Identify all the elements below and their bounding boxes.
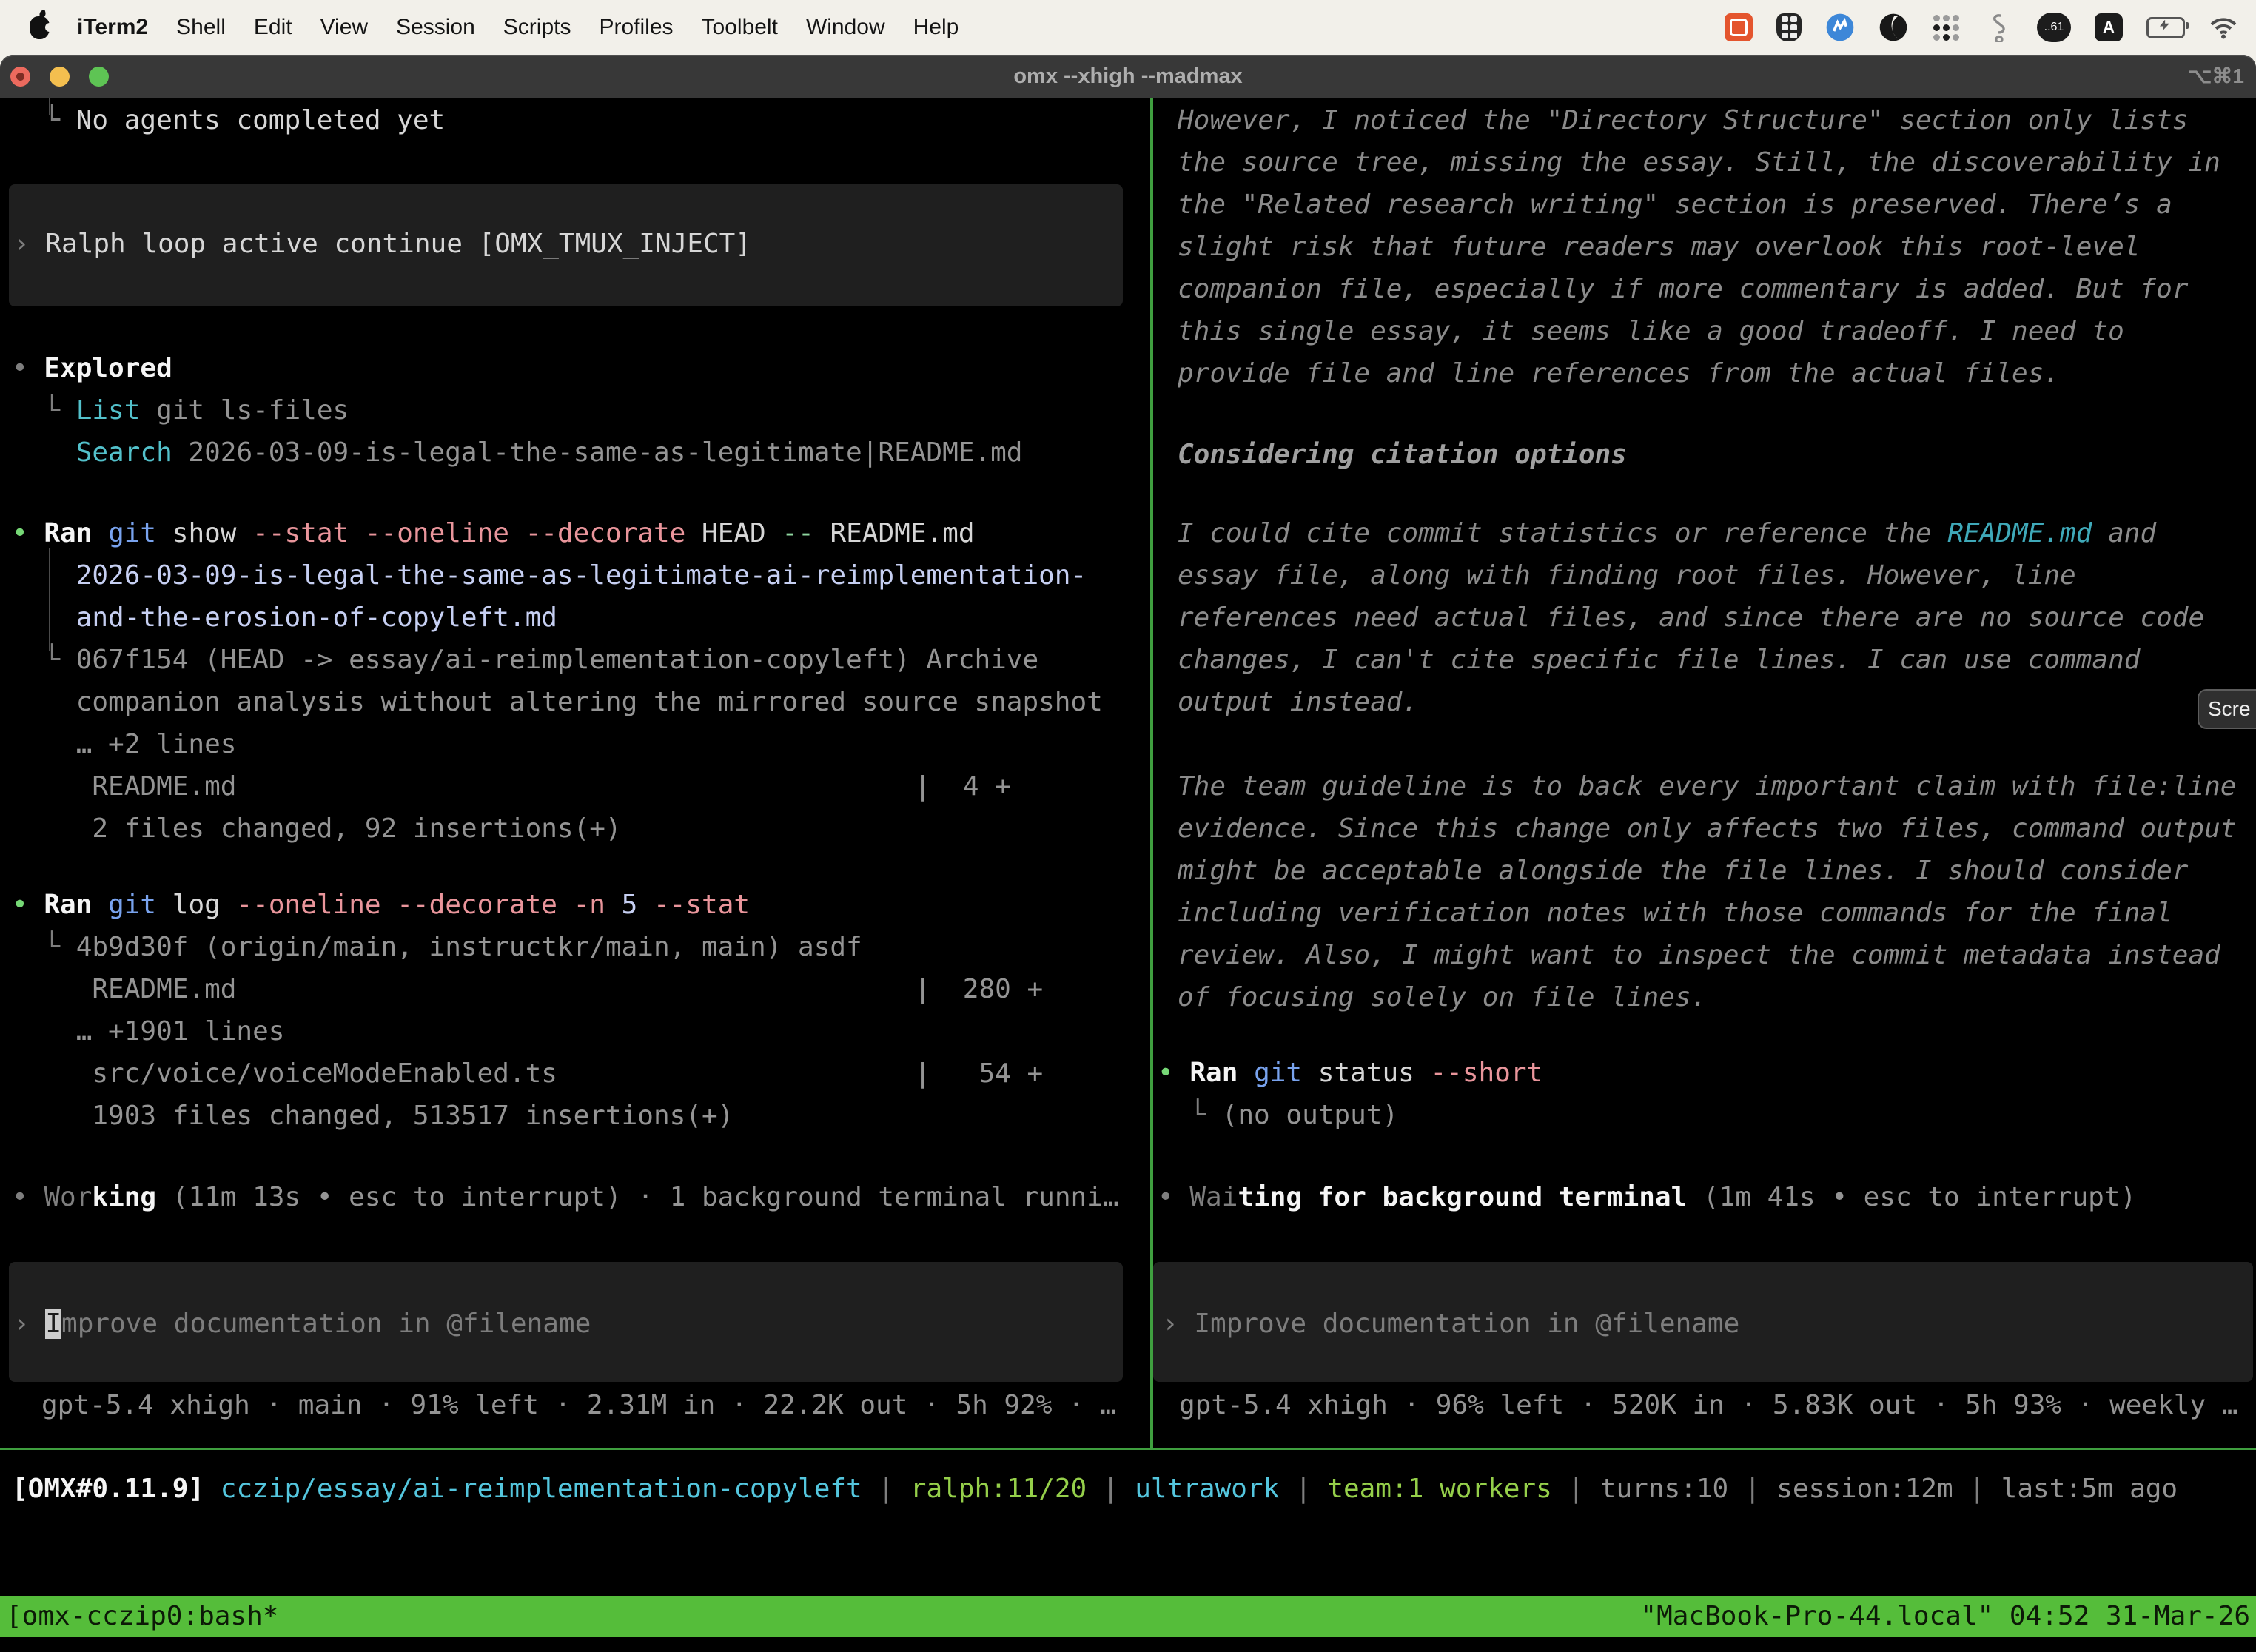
menubar: iTerm2ShellEditViewSessionScriptsProfile…: [0, 0, 2256, 55]
terminal-line: • Explored: [12, 353, 172, 384]
menu-window[interactable]: Window: [792, 0, 899, 55]
terminal-line: … +1901 lines: [12, 1016, 284, 1047]
pane-divider[interactable]: [1150, 98, 1153, 1448]
terminal-line: • Working (11m 13s • esc to interrupt) ·…: [12, 1182, 1119, 1213]
orange-chat-icon[interactable]: [1725, 13, 1753, 41]
terminal-line: the source tree, missing the essay. Stil…: [1178, 147, 2220, 178]
terminal-line: I could cite commit statistics or refere…: [1178, 518, 2156, 549]
terminal-line: this single essay, it seems like a good …: [1178, 316, 2124, 347]
terminal-line: companion analysis without altering the …: [12, 687, 1103, 718]
screen-overlay: Scre: [2198, 689, 2256, 729]
terminal-line: README.md| 280 +: [12, 974, 236, 1005]
terminal-line: changes, I can't cite specific file line…: [1178, 645, 2140, 676]
terminal-line: output instead.: [1178, 687, 1418, 718]
menu-toolbelt[interactable]: Toolbelt: [688, 0, 792, 55]
omx-status-line: [OMX#0.11.9] cczip/essay/ai-reimplementa…: [12, 1474, 2178, 1505]
menu-app-name[interactable]: iTerm2: [63, 0, 162, 55]
status-line-right: gpt-5.4 xhigh · 96% left · 520K in · 5.8…: [1179, 1390, 2237, 1421]
terminal-line: 2 files changed, 92 insertions(+): [12, 813, 622, 845]
terminal-line: • Ran git log --oneline --decorate -n 5 …: [12, 890, 750, 921]
pane-bottom-border: [0, 1448, 2256, 1450]
terminal-line: Search 2026-03-09-is-legal-the-same-as-l…: [12, 437, 1022, 469]
terminal-line: might be acceptable alongside the file l…: [1178, 856, 2188, 887]
dots-grid-icon[interactable]: [1932, 13, 1960, 41]
terminal-line: slight risk that future readers may over…: [1178, 232, 2140, 263]
squiggle-icon[interactable]: [1984, 13, 2013, 42]
terminal-line: references need actual files, and since …: [1178, 602, 2204, 634]
terminal-line: └ 4b9d30f (origin/main, instructkr/main,…: [12, 932, 862, 963]
menu-items: iTerm2ShellEditViewSessionScriptsProfile…: [0, 0, 973, 55]
terminal-line: 1903 files changed, 513517 insertions(+): [12, 1101, 733, 1132]
terminal-line: └ No agents completed yet: [12, 105, 445, 136]
menu-status-icons: ..61 A: [1725, 13, 2256, 42]
shield-grid-icon[interactable]: [1776, 13, 1802, 41]
terminal-line: Considering citation options: [1178, 440, 1627, 471]
prompt-input-right-text: › Improve documentation in @filename: [1162, 1309, 1739, 1340]
terminal-line: evidence. Since this change only affects…: [1178, 813, 2236, 845]
terminal-line: and-the-erosion-of-copyleft.md: [12, 602, 557, 634]
menu-help[interactable]: Help: [899, 0, 973, 55]
battery-icon[interactable]: [2146, 17, 2185, 38]
blue-badge-icon[interactable]: [1825, 13, 1855, 42]
terminal-line: … +2 lines: [12, 729, 236, 760]
terminal-line: 2026-03-09-is-legal-the-same-as-legitima…: [12, 560, 1087, 591]
status-line-left: gpt-5.4 xhigh · main · 91% left · 2.31M …: [41, 1390, 1116, 1421]
tmux-status-bar: [omx-cczip0:bash* "MacBook-Pro-44.local"…: [0, 1596, 2256, 1637]
menu-shell[interactable]: Shell: [162, 0, 240, 55]
terminal-line: └ 067f154 (HEAD -> essay/ai-reimplementa…: [12, 645, 1038, 676]
terminal-line: including verification notes with those …: [1178, 898, 2172, 929]
terminal-line: • Ran git status --short: [1158, 1058, 1542, 1089]
dark-circle-icon[interactable]: [1879, 13, 1908, 42]
terminal-line: essay file, along with finding root file…: [1178, 560, 2076, 591]
terminal-line: README.md| 4 +: [12, 771, 236, 802]
terminal-line: • Ran git show --stat --oneline --decora…: [12, 518, 975, 549]
terminal-line: └ List git ls-files: [12, 395, 349, 426]
menu-profiles[interactable]: Profiles: [585, 0, 687, 55]
menu-scripts[interactable]: Scripts: [489, 0, 585, 55]
letter-a-icon[interactable]: A: [2095, 13, 2123, 41]
terminal-line: However, I noticed the "Directory Struct…: [1178, 105, 2188, 136]
terminal-line: review. Also, I might want to inspect th…: [1178, 940, 2220, 971]
menu-session[interactable]: Session: [382, 0, 489, 55]
terminal-line: └ (no output): [1158, 1100, 1398, 1131]
terminal-line: companion file, especially if more comme…: [1178, 274, 2188, 305]
terminal-line: • Waiting for background terminal (1m 41…: [1158, 1182, 2136, 1213]
tmux-session-label: [omx-cczip0:bash*: [6, 1596, 278, 1637]
menu-view[interactable]: View: [306, 0, 382, 55]
wifi-icon[interactable]: [2209, 13, 2238, 42]
apple-icon[interactable]: [30, 16, 50, 39]
terminal-line: of focusing solely on file lines.: [1178, 982, 1707, 1013]
inject-banner-text: › Ralph loop active continue [OMX_TMUX_I…: [13, 229, 751, 260]
terminal-line: src/voice/voiceModeEnabled.ts| 54 +: [12, 1058, 557, 1089]
terminal-line: The team guideline is to back every impo…: [1178, 771, 2236, 802]
gauge-icon[interactable]: ..61: [2037, 13, 2071, 42]
terminal-line: provide file and line references from th…: [1178, 358, 2060, 389]
menu-edit[interactable]: Edit: [240, 0, 306, 55]
tmux-host-time: "MacBook-Pro-44.local" 04:52 31-Mar-26: [1640, 1596, 2250, 1637]
prompt-input-left-text: › Improve documentation in @filename: [13, 1309, 591, 1340]
terminal-line: the "Related research writing" section i…: [1178, 189, 2172, 221]
